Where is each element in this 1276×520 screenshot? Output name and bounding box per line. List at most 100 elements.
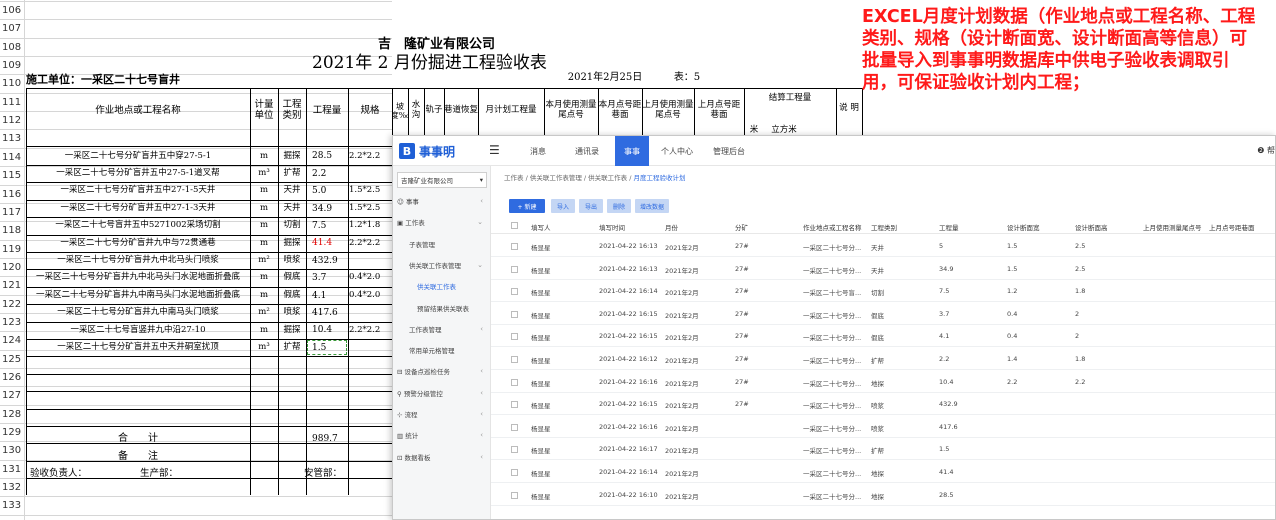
row-number[interactable]: 118 (2, 224, 24, 238)
table-cell-unit[interactable]: m³ (250, 339, 278, 356)
table-cell-quantity[interactable]: 41.4 (306, 235, 348, 252)
row-number[interactable]: 121 (2, 279, 24, 293)
row-number[interactable]: 111 (2, 96, 24, 110)
table-cell-spec[interactable]: 2.2*2.2 (349, 235, 392, 252)
table-cell-spec[interactable]: 1.2*1.8 (349, 218, 392, 235)
row-number[interactable]: 115 (2, 169, 24, 183)
table-cell-unit[interactable]: m (250, 183, 278, 200)
row-number[interactable]: 127 (2, 389, 24, 403)
table-cell-quantity[interactable]: 4.1 (306, 287, 348, 304)
row-checkbox[interactable] (511, 333, 518, 341)
breadcrumb-item[interactable]: 供关联工作表管理 (530, 174, 582, 182)
sidebar-item[interactable]: 子表管理 (393, 237, 491, 251)
row-number[interactable]: 132 (2, 481, 24, 495)
table-cell-name[interactable]: 一采区二十七号盲竖井九中沿27-10 (26, 322, 250, 339)
row-checkbox[interactable] (511, 423, 518, 431)
tab-3[interactable]: 个人中心 (653, 136, 701, 166)
sidebar-item[interactable]: 常用单元格管理 (393, 343, 491, 357)
org-select[interactable]: 吉隆矿业有限公司 ▾ (397, 172, 487, 188)
toolbar-button-0[interactable]: + 新建 (509, 199, 545, 213)
row-checkbox[interactable] (511, 491, 518, 499)
row-number[interactable]: 112 (2, 114, 24, 128)
table-cell-type[interactable]: 假底 (278, 287, 306, 304)
sidebar-item[interactable]: ☺ 事事 ‹ (393, 194, 491, 208)
table-cell-type[interactable]: 假底 (278, 270, 306, 287)
breadcrumb-current[interactable]: 月度工程验收计划 (633, 174, 685, 182)
row-number[interactable]: 128 (2, 408, 24, 422)
table-cell-quantity[interactable]: 1.5 (306, 339, 348, 356)
table-cell-unit[interactable]: m (250, 287, 278, 304)
table-cell-name[interactable]: 一采区二十七号分矿盲井九中与72贯通巷 (26, 235, 250, 252)
row-checkbox[interactable] (511, 401, 518, 409)
table-cell-spec[interactable] (349, 165, 392, 182)
sidebar-item[interactable]: 预留结果供关联表 (393, 301, 491, 315)
row-checkbox[interactable] (511, 378, 518, 386)
row-number[interactable]: 106 (2, 4, 24, 18)
app-logo[interactable]: B 事事明 (399, 142, 455, 160)
row-number[interactable]: 114 (2, 151, 24, 165)
table-cell-type[interactable]: 掘探 (278, 322, 306, 339)
table-cell-type[interactable]: 喷浆 (278, 305, 306, 322)
row-checkbox[interactable] (511, 356, 518, 363)
row-checkbox[interactable] (511, 310, 518, 318)
row-number[interactable]: 110 (2, 77, 24, 91)
sidebar-item[interactable]: ▣ 工作表 ⌄ (393, 215, 491, 229)
row-checkbox[interactable] (511, 469, 518, 476)
menu-toggle-icon[interactable]: ☰ (489, 143, 500, 157)
row-number[interactable]: 125 (2, 353, 24, 367)
row-number[interactable]: 120 (2, 261, 24, 275)
toolbar-button-2[interactable]: 导出 (579, 199, 603, 213)
row-number[interactable]: 117 (2, 206, 24, 220)
table-cell-name[interactable]: 一采区二十七号分矿盲井九中北马头门水泥地面折叠底 (26, 270, 250, 287)
table-cell-quantity[interactable]: 34.9 (306, 200, 348, 217)
toolbar-button-4[interactable]: 增改数据 (635, 199, 669, 213)
table-cell-spec[interactable]: 0.4*2.0 (349, 287, 392, 304)
row-number[interactable]: 126 (2, 371, 24, 385)
row-number[interactable]: 131 (2, 463, 24, 477)
table-cell-quantity[interactable]: 2.2 (306, 165, 348, 182)
table-cell-name[interactable]: 一采区二十七号分矿盲井九中北马头门喷浆 (26, 252, 250, 269)
row-number[interactable]: 122 (2, 298, 24, 312)
sidebar-item[interactable]: ▥ 统计 ‹ (393, 428, 491, 442)
table-cell-type[interactable]: 掘探 (278, 235, 306, 252)
row-number[interactable]: 124 (2, 334, 24, 348)
help-icon[interactable]: ❷ 帮 (1257, 145, 1275, 156)
toolbar-button-1[interactable]: 导入 (551, 199, 575, 213)
row-number[interactable]: 107 (2, 22, 24, 36)
table-cell-unit[interactable]: m² (250, 305, 278, 322)
table-cell-spec[interactable]: 0.4*2.0 (349, 270, 392, 287)
row-number[interactable]: 116 (2, 188, 24, 202)
sidebar-item[interactable]: ⊟ 设备点巡检任务 ‹ (393, 364, 491, 378)
table-cell-unit[interactable]: m (250, 235, 278, 252)
table-cell-type[interactable]: 天井 (278, 200, 306, 217)
row-number[interactable]: 119 (2, 243, 24, 257)
breadcrumb-item[interactable]: 供关联工作表 (588, 174, 627, 182)
row-number[interactable]: 123 (2, 316, 24, 330)
row-checkbox[interactable] (511, 243, 518, 250)
table-cell-type[interactable]: 扩帮 (278, 165, 306, 182)
table-cell-unit[interactable]: m (250, 148, 278, 165)
table-cell-name[interactable]: 一采区二十七号分矿盲井五中27-1-5天井 (26, 183, 250, 200)
tab-4[interactable]: 管理后台 (705, 136, 753, 166)
table-cell-name[interactable]: 一采区二十七号分矿盲井五中27-5-1道叉帮 (26, 165, 250, 182)
table-cell-spec[interactable]: 2.2*2.2 (349, 322, 392, 339)
sidebar-item[interactable]: ⚲ 预警分级管控 ‹ (393, 386, 491, 400)
table-cell-unit[interactable]: m (250, 218, 278, 235)
table-cell-name[interactable]: 一采区二十七号分矿盲井五中27-1-3天井 (26, 200, 250, 217)
row-number[interactable]: 129 (2, 426, 24, 440)
table-cell-quantity[interactable]: 7.5 (306, 218, 348, 235)
toolbar-button-3[interactable]: 删除 (607, 199, 631, 213)
table-cell-quantity[interactable]: 28.5 (306, 148, 348, 165)
sidebar-item[interactable]: 供关联工作表 (393, 279, 491, 293)
sidebar-item[interactable]: ⊹ 流程 ‹ (393, 407, 491, 421)
table-cell-quantity[interactable]: 417.6 (306, 305, 348, 322)
table-cell-name[interactable]: 一采区二十七号盲井五中5271002采场切割 (26, 218, 250, 235)
row-checkbox[interactable] (511, 288, 518, 296)
table-cell-type[interactable]: 喷浆 (278, 252, 306, 269)
table-cell-quantity[interactable]: 10.4 (306, 322, 348, 339)
table-cell-type[interactable]: 扩帮 (278, 339, 306, 356)
tab-2[interactable]: 事事 (615, 136, 649, 166)
table-cell-name[interactable]: 一采区二十七号分矿盲井九中南马头门喷浆 (26, 305, 250, 322)
table-cell-spec[interactable] (349, 252, 392, 269)
table-cell-unit[interactable]: m³ (250, 165, 278, 182)
